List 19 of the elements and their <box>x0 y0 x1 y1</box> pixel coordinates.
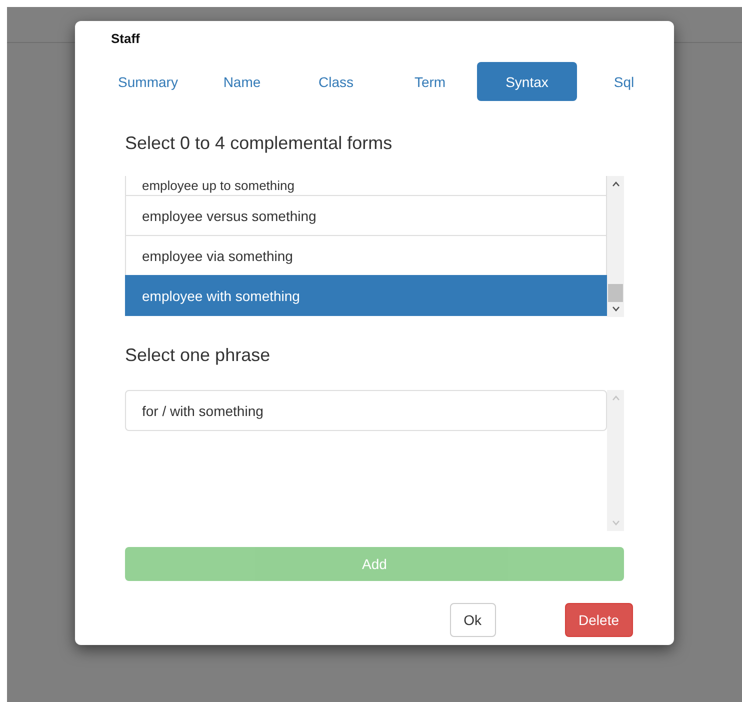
tab[interactable]: Summary <box>101 62 195 101</box>
scroll-down-icon[interactable] <box>612 306 620 312</box>
dialog-title: Staff <box>111 31 141 46</box>
section-heading: Select one phrase <box>125 345 272 366</box>
list-item[interactable]: employee up to something <box>125 176 607 196</box>
list-item[interactable]: employee versus something <box>125 195 607 236</box>
section-heading: Select 0 to 4 complemental forms <box>125 133 394 154</box>
list-item[interactable]: employee via something <box>125 235 607 276</box>
delete-button[interactable]: Delete <box>564 603 633 637</box>
tab[interactable]: Sql <box>577 62 671 101</box>
tab[interactable]: Syntax <box>477 62 577 101</box>
tab[interactable]: Name <box>195 62 289 101</box>
tab[interactable]: Term <box>383 62 477 101</box>
ok-button[interactable]: Ok <box>450 603 496 637</box>
scroll-thumb[interactable] <box>608 284 623 302</box>
list-item[interactable]: for / with something <box>125 390 607 431</box>
tab[interactable]: Class <box>289 62 383 101</box>
list-item[interactable]: employee with something <box>125 275 607 316</box>
scroll-up-icon[interactable] <box>612 181 620 187</box>
